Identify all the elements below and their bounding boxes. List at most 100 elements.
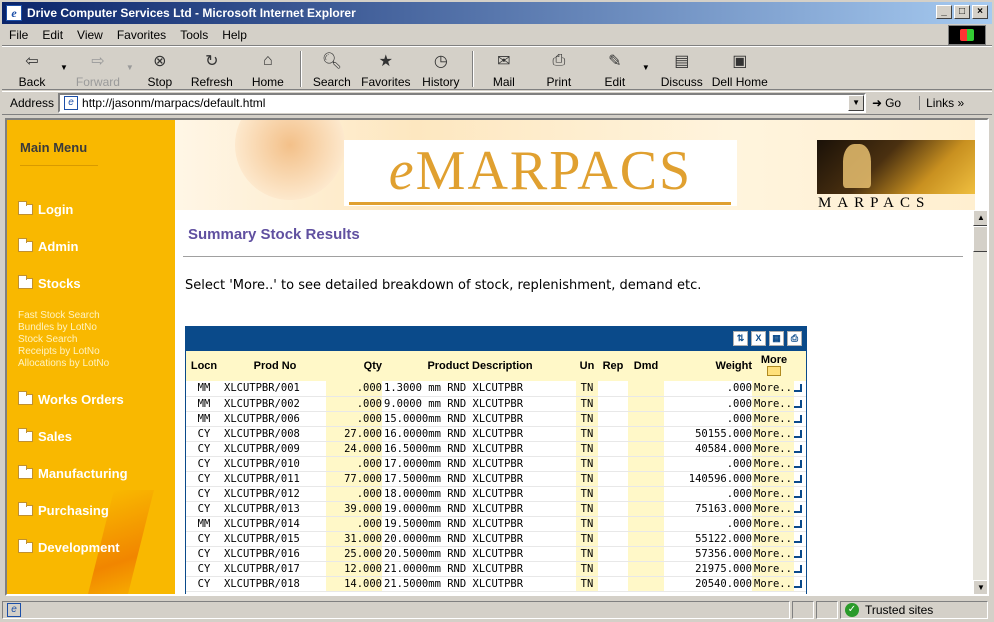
more-link[interactable]: More.. (752, 486, 794, 502)
col-header-un[interactable]: Un (576, 351, 598, 381)
sidebar-item-purchasing[interactable]: Purchasing (18, 502, 109, 518)
menu-file[interactable]: File (2, 28, 35, 42)
row-expand-icon[interactable] (794, 531, 806, 547)
row-expand-icon[interactable] (794, 546, 806, 562)
col-header-locn[interactable]: Locn (186, 351, 222, 381)
row-expand-icon[interactable] (794, 561, 806, 577)
excel-export-icon[interactable]: X (751, 331, 766, 346)
favorites-button[interactable]: ★ Favorites (356, 51, 416, 89)
more-link[interactable]: More.. (752, 396, 794, 412)
sidebar-item-login[interactable]: Login (18, 201, 73, 217)
menu-edit[interactable]: Edit (35, 28, 70, 42)
row-expand-icon[interactable] (794, 381, 806, 397)
sidebar-item-stocks[interactable]: Stocks (18, 275, 81, 291)
more-link[interactable]: More.. (752, 411, 794, 427)
col-header-product-description[interactable]: Product Description (382, 351, 576, 381)
cell-rep (598, 501, 628, 517)
row-expand-icon[interactable] (794, 576, 806, 592)
more-link[interactable]: More.. (752, 576, 794, 592)
home-button[interactable]: ⌂ Home (242, 51, 294, 89)
row-expand-icon[interactable] (794, 411, 806, 427)
address-input[interactable]: e http://jasonm/marpacs/default.html ▼ (58, 93, 867, 113)
minimize-button[interactable]: _ (936, 5, 952, 19)
maximize-button[interactable]: □ (954, 5, 970, 19)
more-link[interactable]: More.. (752, 456, 794, 472)
sidebar-link-receipts-by-lotno[interactable]: Receipts by LotNo (18, 346, 109, 358)
more-link[interactable]: More.. (752, 531, 794, 547)
scroll-thumb[interactable] (973, 226, 987, 252)
arrow-icon (794, 564, 802, 573)
close-button[interactable]: × (972, 5, 988, 19)
sidebar-link-stock-search[interactable]: Stock Search (18, 334, 109, 346)
sidebar-item-sales[interactable]: Sales (18, 428, 72, 444)
mail-button[interactable]: ✉ Mail (480, 51, 528, 89)
links-button[interactable]: Links » (919, 96, 964, 110)
col-header-rep[interactable]: Rep (598, 351, 628, 381)
column-chooser-icon[interactable]: ⇅ (733, 331, 748, 346)
address-dropdown-icon[interactable]: ▼ (848, 95, 865, 111)
forward-button[interactable]: ⇨ Forward (72, 51, 124, 89)
sidebar-link-fast-stock-search[interactable]: Fast Stock Search (18, 310, 109, 322)
edit-dropdown-icon[interactable]: ▼ (642, 63, 650, 72)
export-icon[interactable]: ▦ (769, 331, 784, 346)
scroll-up-icon[interactable]: ▲ (973, 210, 987, 226)
cell-weight: 20540.000 (664, 576, 752, 592)
col-header-more[interactable]: More (752, 351, 794, 381)
main-menu-title: Main Menu (20, 140, 88, 155)
more-link[interactable]: More.. (752, 426, 794, 442)
address-url[interactable]: http://jasonm/marpacs/default.html (82, 96, 265, 110)
scroll-down-icon[interactable]: ▼ (973, 580, 987, 594)
row-expand-icon[interactable] (794, 501, 806, 517)
more-link[interactable]: More.. (752, 381, 794, 397)
row-expand-icon[interactable] (794, 426, 806, 442)
menu-view[interactable]: View (70, 28, 110, 42)
back-dropdown-icon[interactable]: ▼ (60, 63, 68, 72)
more-link[interactable]: More.. (752, 546, 794, 562)
more-link[interactable]: More.. (752, 441, 794, 457)
cell-un: TN (576, 456, 598, 472)
back-button[interactable]: ⇦ Back (6, 51, 58, 89)
col-header-prod-no[interactable]: Prod No (222, 351, 326, 381)
row-expand-icon[interactable] (794, 516, 806, 532)
print-icon[interactable]: ⎙ (787, 331, 802, 346)
col-header-weight[interactable]: Weight (664, 351, 752, 381)
more-link[interactable]: More.. (752, 516, 794, 532)
sidebar-link-allocations-by-lotno[interactable]: Allocations by LotNo (18, 358, 109, 370)
row-expand-icon[interactable] (794, 441, 806, 457)
sidebar-item-development[interactable]: Development (18, 539, 120, 555)
more-link[interactable]: More.. (752, 561, 794, 577)
menu-tools[interactable]: Tools (173, 28, 215, 42)
forward-dropdown-icon[interactable]: ▼ (126, 63, 134, 72)
more-link[interactable]: More.. (752, 501, 794, 517)
cell-prod-no: XLCUTPBR/006 (222, 411, 326, 427)
toolbar-separator (471, 51, 474, 87)
vertical-scrollbar[interactable]: ▲ ▼ (973, 210, 987, 594)
menu-favorites[interactable]: Favorites (110, 28, 173, 42)
col-header-dmd[interactable]: Dmd (628, 351, 664, 381)
cell-description: 9.0000 mm RND XLCUTPBR (382, 396, 576, 412)
dell-home-button[interactable]: ▣ Dell Home (710, 51, 770, 89)
go-button[interactable]: ➜ Go (872, 96, 901, 110)
cell-prod-no: XLCUTPBR/012 (222, 486, 326, 502)
row-expand-icon[interactable] (794, 486, 806, 502)
history-button[interactable]: ◷ History (416, 51, 466, 89)
row-expand-icon[interactable] (794, 471, 806, 487)
more-link[interactable]: More.. (752, 471, 794, 487)
discuss-button[interactable]: ▤ Discuss (654, 51, 710, 89)
print-button[interactable]: ⎙ Print (528, 51, 590, 89)
instructions-text: Select 'More..' to see detailed breakdow… (185, 278, 702, 293)
row-expand-icon[interactable] (794, 396, 806, 412)
refresh-button[interactable]: ↻ Refresh (182, 51, 242, 89)
edit-button[interactable]: ✎ Edit (590, 51, 640, 89)
sidebar-item-works-orders[interactable]: Works Orders (18, 391, 124, 407)
cell-un: TN (576, 546, 598, 562)
search-button[interactable]: 🔍︎ Search (308, 51, 356, 89)
stop-button[interactable]: ⊗ Stop (138, 51, 182, 89)
row-expand-icon[interactable] (794, 456, 806, 472)
window-title: Drive Computer Services Ltd - Microsoft … (27, 6, 356, 20)
menu-help[interactable]: Help (215, 28, 254, 42)
col-header-qty[interactable]: Qty (326, 351, 382, 381)
sidebar-item-admin[interactable]: Admin (18, 238, 78, 254)
sidebar-item-manufacturing[interactable]: Manufacturing (18, 465, 128, 481)
sidebar-link-bundles-by-lotno[interactable]: Bundles by LotNo (18, 322, 109, 334)
